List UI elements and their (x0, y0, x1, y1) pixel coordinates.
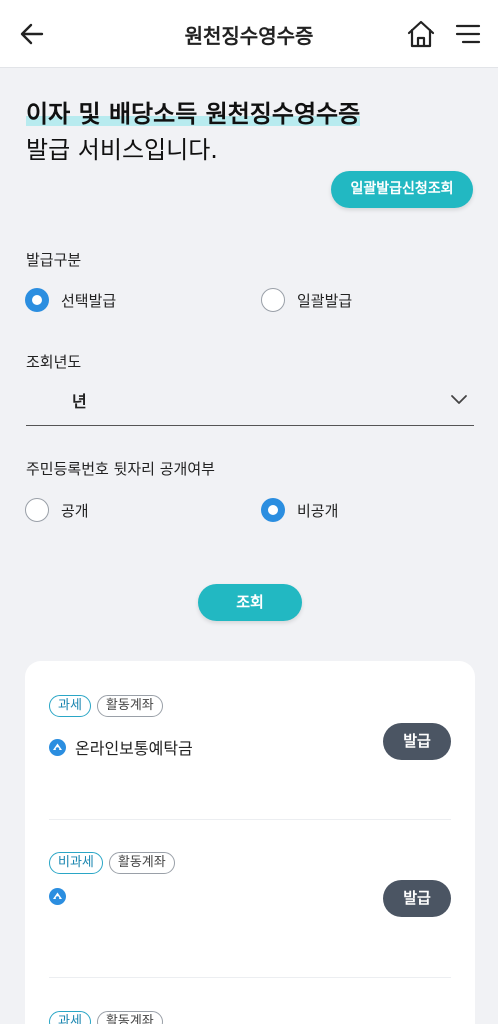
radio-label: 공개 (61, 501, 89, 520)
radio-disclose[interactable]: 공개 (25, 498, 89, 522)
batch-inquiry-button[interactable]: 일괄발급신청조회 (331, 171, 473, 208)
divider (49, 819, 451, 820)
issue-button[interactable]: 발급 (383, 723, 451, 760)
list-item: 비과세 활동계좌 발급 (49, 852, 451, 952)
year-value: 년 (72, 392, 87, 411)
account-name-row: 온라인보통예탁금 (49, 735, 193, 759)
search-button[interactable]: 조회 (198, 584, 302, 621)
radio-on-icon (261, 498, 285, 522)
headline: 이자 및 배당소득 원천징수영수증 발급 서비스입니다. (26, 96, 361, 168)
radio-off-icon (25, 498, 49, 522)
headline-subtitle: 발급 서비스입니다. (26, 136, 218, 164)
bank-logo-icon (49, 888, 66, 905)
headline-title: 이자 및 배당소득 원천징수영수증 (26, 100, 361, 128)
radio-off-icon (261, 288, 285, 312)
app-header: 원천징수영수증 (0, 0, 498, 68)
divider (49, 977, 451, 978)
issue-type-label: 발급구분 (26, 251, 82, 269)
tax-tag: 비과세 (49, 852, 103, 874)
radio-on-icon (25, 288, 49, 312)
home-icon[interactable] (404, 17, 438, 51)
menu-icon[interactable] (452, 18, 484, 50)
tax-tag: 과세 (49, 1011, 91, 1024)
ssn-disclosure-label: 주민등록번호 뒷자리 공개여부 (26, 460, 215, 478)
chevron-down-icon (451, 395, 467, 404)
bank-logo-icon (49, 738, 66, 756)
status-tag: 활동계좌 (96, 695, 163, 717)
radio-label: 일괄발급 (297, 291, 353, 310)
issue-button[interactable]: 발급 (383, 880, 451, 917)
list-item: 과세 활동계좌 (49, 1011, 451, 1024)
account-name-row (49, 888, 75, 905)
radio-batch-issue[interactable]: 일괄발급 (261, 288, 352, 312)
status-tag: 활동계좌 (96, 1011, 163, 1024)
list-item: 과세 활동계좌 온라인보통예탁금 발급 (49, 695, 451, 795)
radio-label: 비공개 (297, 501, 339, 520)
account-list-card: 과세 활동계좌 온라인보통예탁금 발급 비과세 활동계좌 발급 과세 활동계좌 (25, 661, 475, 1024)
account-name: 온라인보통예탁금 (75, 739, 193, 758)
status-tag: 활동계좌 (108, 852, 175, 874)
tax-tag: 과세 (49, 695, 91, 717)
radio-label: 선택발급 (61, 291, 117, 310)
radio-nondisclose[interactable]: 비공개 (261, 498, 338, 522)
year-label: 조회년도 (26, 353, 82, 371)
year-select[interactable]: 년 (26, 376, 474, 426)
radio-selective-issue[interactable]: 선택발급 (25, 288, 116, 312)
